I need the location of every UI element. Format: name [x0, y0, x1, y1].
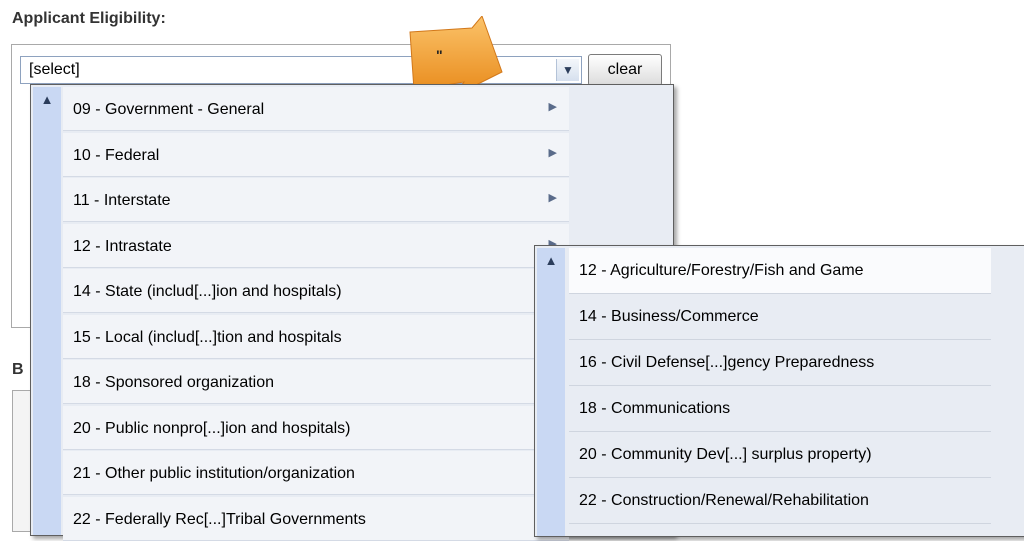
menu-item-label: 12 - Intrastate	[73, 237, 172, 255]
scroll-up-icon[interactable]: ▲	[33, 87, 61, 111]
submenu-item-label: 12 - Agriculture/Forestry/Fish and Game	[579, 262, 864, 279]
submenu-item[interactable]: 16 - Civil Defense[...]gency Preparednes…	[569, 340, 991, 386]
menu-item[interactable]: 21 - Other public institution/organizati…	[63, 451, 569, 495]
menu-item-label: 14 - State (includ[...]ion and hospitals…	[73, 283, 342, 300]
submenu-item-label: 16 - Civil Defense[...]gency Preparednes…	[579, 354, 875, 371]
select-value: [select]	[29, 61, 80, 78]
submenu-item-label: 22 - Construction/Renewal/Rehabilitation	[579, 492, 869, 509]
scroll-up-icon[interactable]: ▲	[537, 248, 565, 272]
menu-item[interactable]: 12 - Intrastate ▶	[63, 223, 569, 268]
submenu-item-label: 14 - Business/Commerce	[579, 308, 759, 325]
category-submenu: ▲ 12 - Agriculture/Forestry/Fish and Gam…	[534, 245, 1024, 537]
menu-item-label: 15 - Local (includ[...]tion and hospital…	[73, 328, 342, 346]
menu-item[interactable]: 22 - Federally Rec[...]Tribal Government…	[63, 496, 569, 541]
section-title-partial: B	[12, 361, 24, 378]
menu-item[interactable]: 11 - Interstate ▶	[63, 178, 569, 222]
submenu-item-label: 18 - Communications	[579, 400, 731, 417]
submenu-item[interactable]: 12 - Agriculture/Forestry/Fish and Game	[569, 248, 991, 294]
menu-item-label: 11 - Interstate	[73, 192, 171, 209]
menu-item-label: 10 - Federal	[73, 146, 160, 164]
menu-scrollbar[interactable]: ▲	[33, 87, 61, 535]
callout-text: "	[436, 47, 443, 63]
clear-button[interactable]: clear	[588, 54, 662, 86]
submenu-item[interactable]: 18 - Communications	[569, 386, 991, 432]
menu-item[interactable]: 15 - Local (includ[...]tion and hospital…	[63, 314, 569, 359]
submenu-arrow-icon: ▶	[548, 192, 557, 204]
menu-item-label: 18 - Sponsored organization	[73, 374, 275, 391]
chevron-down-icon[interactable]: ▼	[556, 59, 579, 81]
menu-item[interactable]: 20 - Public nonpro[...]ion and hospitals…	[63, 405, 569, 450]
submenu-arrow-icon: ▶	[548, 101, 557, 113]
submenu-item[interactable]: 14 - Business/Commerce	[569, 294, 991, 340]
menu-item-label: 21 - Other public institution/organizati…	[73, 465, 355, 482]
menu-item[interactable]: 09 - Government - General ▶	[63, 87, 569, 131]
menu-item[interactable]: 14 - State (includ[...]ion and hospitals…	[63, 269, 569, 313]
menu-item[interactable]: 10 - Federal ▶	[63, 132, 569, 177]
submenu-item[interactable]: 20 - Community Dev[...] surplus property…	[569, 432, 991, 478]
menu-item-label: 20 - Public nonpro[...]ion and hospitals…	[73, 419, 351, 437]
menu-item-label: 09 - Government - General	[73, 101, 265, 118]
submenu-item-label: 20 - Community Dev[...] surplus property…	[579, 446, 872, 463]
section-title: Applicant Eligibility:	[12, 10, 166, 27]
submenu-arrow-icon: ▶	[548, 146, 557, 159]
menu-item-label: 22 - Federally Rec[...]Tribal Government…	[73, 510, 366, 528]
submenu-scrollbar[interactable]: ▲	[537, 248, 565, 536]
submenu-item[interactable]: 22 - Construction/Renewal/Rehabilitation	[569, 478, 991, 524]
menu-item[interactable]: 18 - Sponsored organization▶	[63, 360, 569, 404]
